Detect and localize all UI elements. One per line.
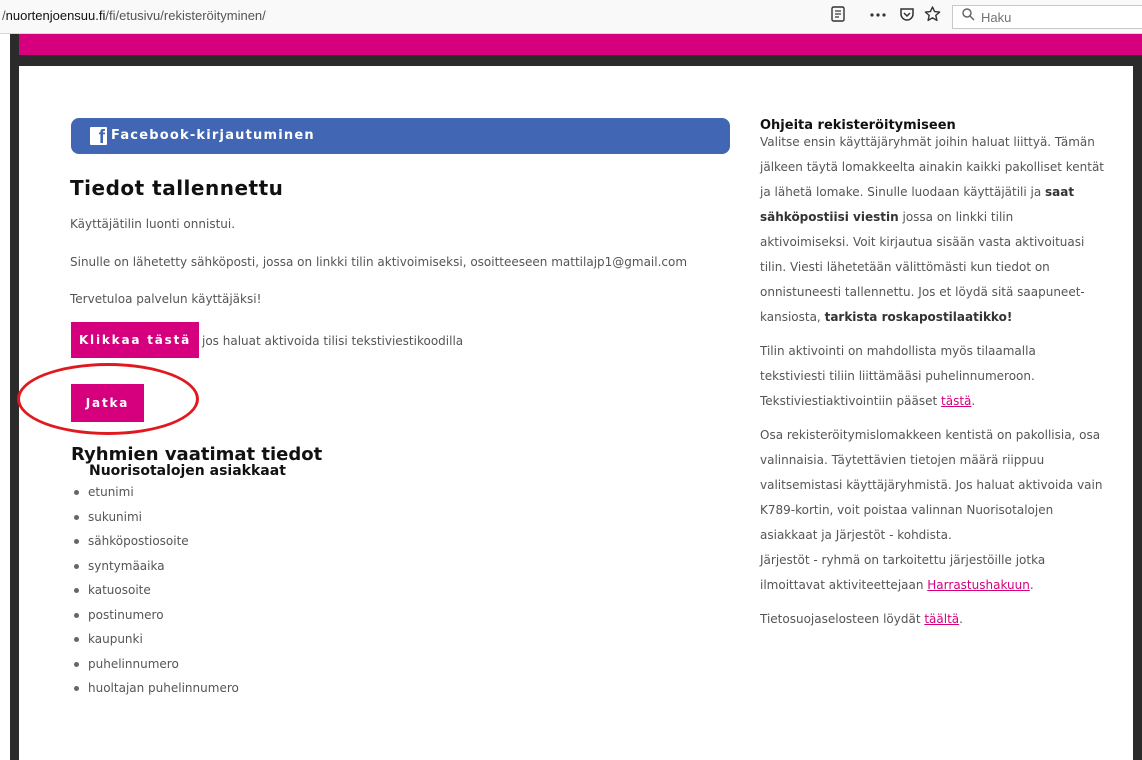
list-item: postinumero [74, 603, 239, 628]
facebook-login-button[interactable]: f Facebook-kirjautuminen [71, 118, 730, 154]
list-item: sukunimi [74, 505, 239, 530]
help-paragraph-4: Järjestöt - ryhmä on tarkoitettu järjest… [760, 548, 1105, 598]
list-item: etunimi [74, 480, 239, 505]
help-emphasis: tarkista roskapostilaatikko! [824, 310, 1013, 324]
url-path: /fi/etusivu/rekisteröityminen/ [105, 8, 266, 23]
page-title: Tiedot tallennettu [70, 176, 284, 200]
list-item: sähköpostiosoite [74, 529, 239, 554]
help-paragraph-3: Osa rekisteröitymislomakkeen kentistä on… [760, 428, 1103, 542]
help-paragraph-5: Tietosuojaselosteen löydät täältä. [760, 607, 1105, 632]
privacy-policy-link[interactable]: täältä [924, 612, 959, 626]
required-fields-list: etunimi sukunimi sähköpostiosoite syntym… [74, 480, 239, 701]
group-subtitle: Nuorisotalojen asiakkaat [89, 463, 286, 479]
facebook-icon: f [90, 127, 107, 145]
help-paragraph-1: Valitse ensin käyttäjäryhmät joihin halu… [760, 130, 1105, 330]
search-input[interactable]: Haku [952, 5, 1142, 29]
list-item: huoltajan puhelinnumero [74, 676, 239, 701]
welcome-message: Tervetuloa palvelun käyttäjäksi! [70, 292, 262, 306]
success-message: Käyttäjätilin luonti onnistui. [70, 217, 236, 231]
help-text: jossa on linkki tilin aktivoimiseksi. Vo… [760, 210, 1085, 324]
url-domain: nuortenjoensuu.fi [5, 8, 106, 23]
harrastushaku-link[interactable]: Harrastushakuun [927, 578, 1030, 592]
help-text: Tilin aktivointi on mahdollista myös til… [760, 344, 1036, 408]
sms-activation-text: jos haluat aktivoida tilisi tekstiviesti… [202, 334, 464, 348]
list-item: kaupunki [74, 627, 239, 652]
help-text: . [959, 612, 963, 626]
facebook-login-label: Facebook-kirjautuminen [111, 128, 315, 143]
search-icon [962, 8, 975, 25]
page-actions-icon[interactable] [867, 6, 889, 26]
main-content: f Facebook-kirjautuminen Tiedot tallenne… [17, 66, 1133, 760]
list-item: puhelinnumero [74, 652, 239, 677]
pocket-icon[interactable] [897, 6, 917, 26]
reader-view-icon[interactable] [829, 6, 847, 26]
email-notice: Sinulle on lähetetty sähköposti, jossa o… [70, 255, 688, 269]
list-item: syntymäaika [74, 554, 239, 579]
help-text: Tietosuojaselosteen löydät [760, 612, 925, 626]
help-text: . [1029, 578, 1034, 592]
browser-toolbar: /nuortenjoensuu.fi/fi/etusivu/rekisteröi… [0, 0, 1142, 34]
sms-activation-link[interactable]: tästä [941, 394, 971, 408]
address-bar[interactable]: /nuortenjoensuu.fi/fi/etusivu/rekisteröi… [2, 8, 266, 23]
groups-title: Ryhmien vaatimat tiedot [71, 444, 323, 465]
site-header-bar [19, 34, 1142, 55]
list-item: katuosoite [74, 578, 239, 603]
continue-button[interactable]: Jatka [71, 384, 144, 422]
registration-help: Ohjeita rekisteröitymiseen Valitse ensin… [760, 118, 1105, 632]
sms-activation-button[interactable]: Klikkaa tästä [71, 322, 199, 358]
search-placeholder: Haku [981, 10, 1012, 25]
bookmark-star-icon[interactable] [922, 6, 942, 26]
help-text: . [971, 394, 976, 408]
help-paragraph-2: Tilin aktivointi on mahdollista myös til… [760, 339, 1105, 414]
